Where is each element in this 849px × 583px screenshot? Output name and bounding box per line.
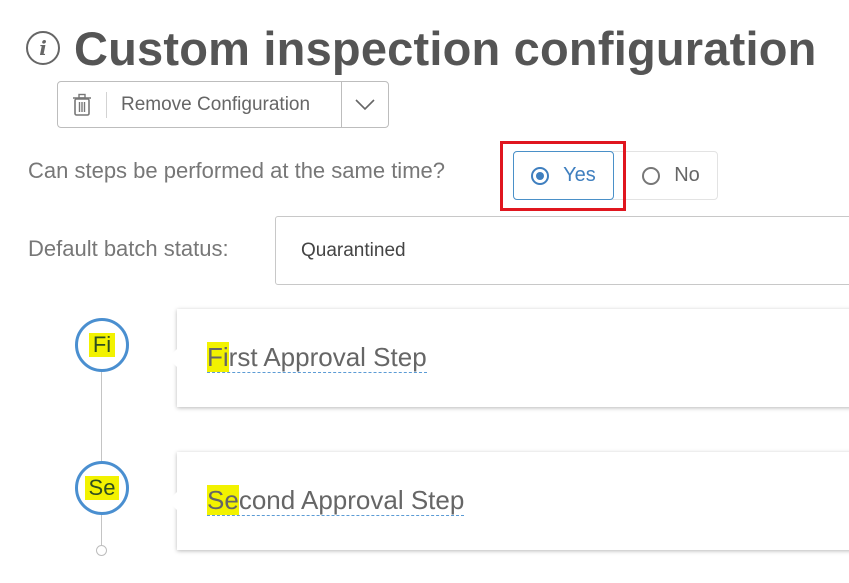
step-name-highlight: Fi bbox=[207, 341, 229, 372]
step-name-highlight: Se bbox=[207, 484, 239, 515]
remove-configuration-button[interactable]: Remove Configuration bbox=[58, 82, 342, 127]
step-card: Second Approval Step bbox=[168, 452, 849, 550]
concurrency-question-label: Can steps be performed at the same time? bbox=[28, 158, 445, 183]
remove-configuration-button-group: Remove Configuration bbox=[57, 81, 389, 128]
batch-status-field[interactable]: Quarantined bbox=[275, 216, 849, 285]
trash-icon bbox=[58, 93, 106, 117]
radio-unselected-icon bbox=[642, 166, 661, 185]
page-header: i Custom inspection configuration bbox=[26, 18, 817, 78]
step-name-rest: cond Approval Step bbox=[238, 484, 465, 515]
step-name-link[interactable]: Second Approval Step bbox=[207, 484, 465, 517]
radio-yes-option[interactable]: Yes bbox=[513, 151, 614, 200]
chevron-down-icon bbox=[355, 98, 375, 110]
radio-no-option[interactable]: No bbox=[625, 151, 717, 200]
batch-status-value: Quarantined bbox=[301, 239, 406, 261]
step-name-link[interactable]: First Approval Step bbox=[207, 341, 427, 374]
batch-status-label: Default batch status: bbox=[28, 236, 229, 261]
remove-configuration-label: Remove Configuration bbox=[121, 93, 311, 115]
step-badge-text: Fi bbox=[88, 333, 116, 357]
timeline-line bbox=[101, 370, 102, 548]
page-title: Custom inspection configuration bbox=[74, 21, 817, 75]
radio-selected-icon bbox=[531, 166, 550, 185]
step-badge-text: Se bbox=[84, 476, 120, 500]
step-badge[interactable]: Fi bbox=[75, 318, 129, 372]
timeline-end-node bbox=[96, 545, 107, 556]
card-notch bbox=[168, 492, 177, 510]
info-icon[interactable]: i bbox=[26, 31, 60, 65]
remove-options-dropdown-button[interactable] bbox=[342, 82, 388, 127]
radio-no-label: No bbox=[674, 164, 700, 186]
step-badge[interactable]: Se bbox=[75, 461, 129, 515]
step-name-rest: rst Approval Step bbox=[228, 341, 427, 372]
step-card: First Approval Step bbox=[168, 309, 849, 407]
radio-yes-label: Yes bbox=[563, 164, 596, 186]
button-divider bbox=[106, 91, 107, 118]
card-notch bbox=[168, 349, 177, 367]
